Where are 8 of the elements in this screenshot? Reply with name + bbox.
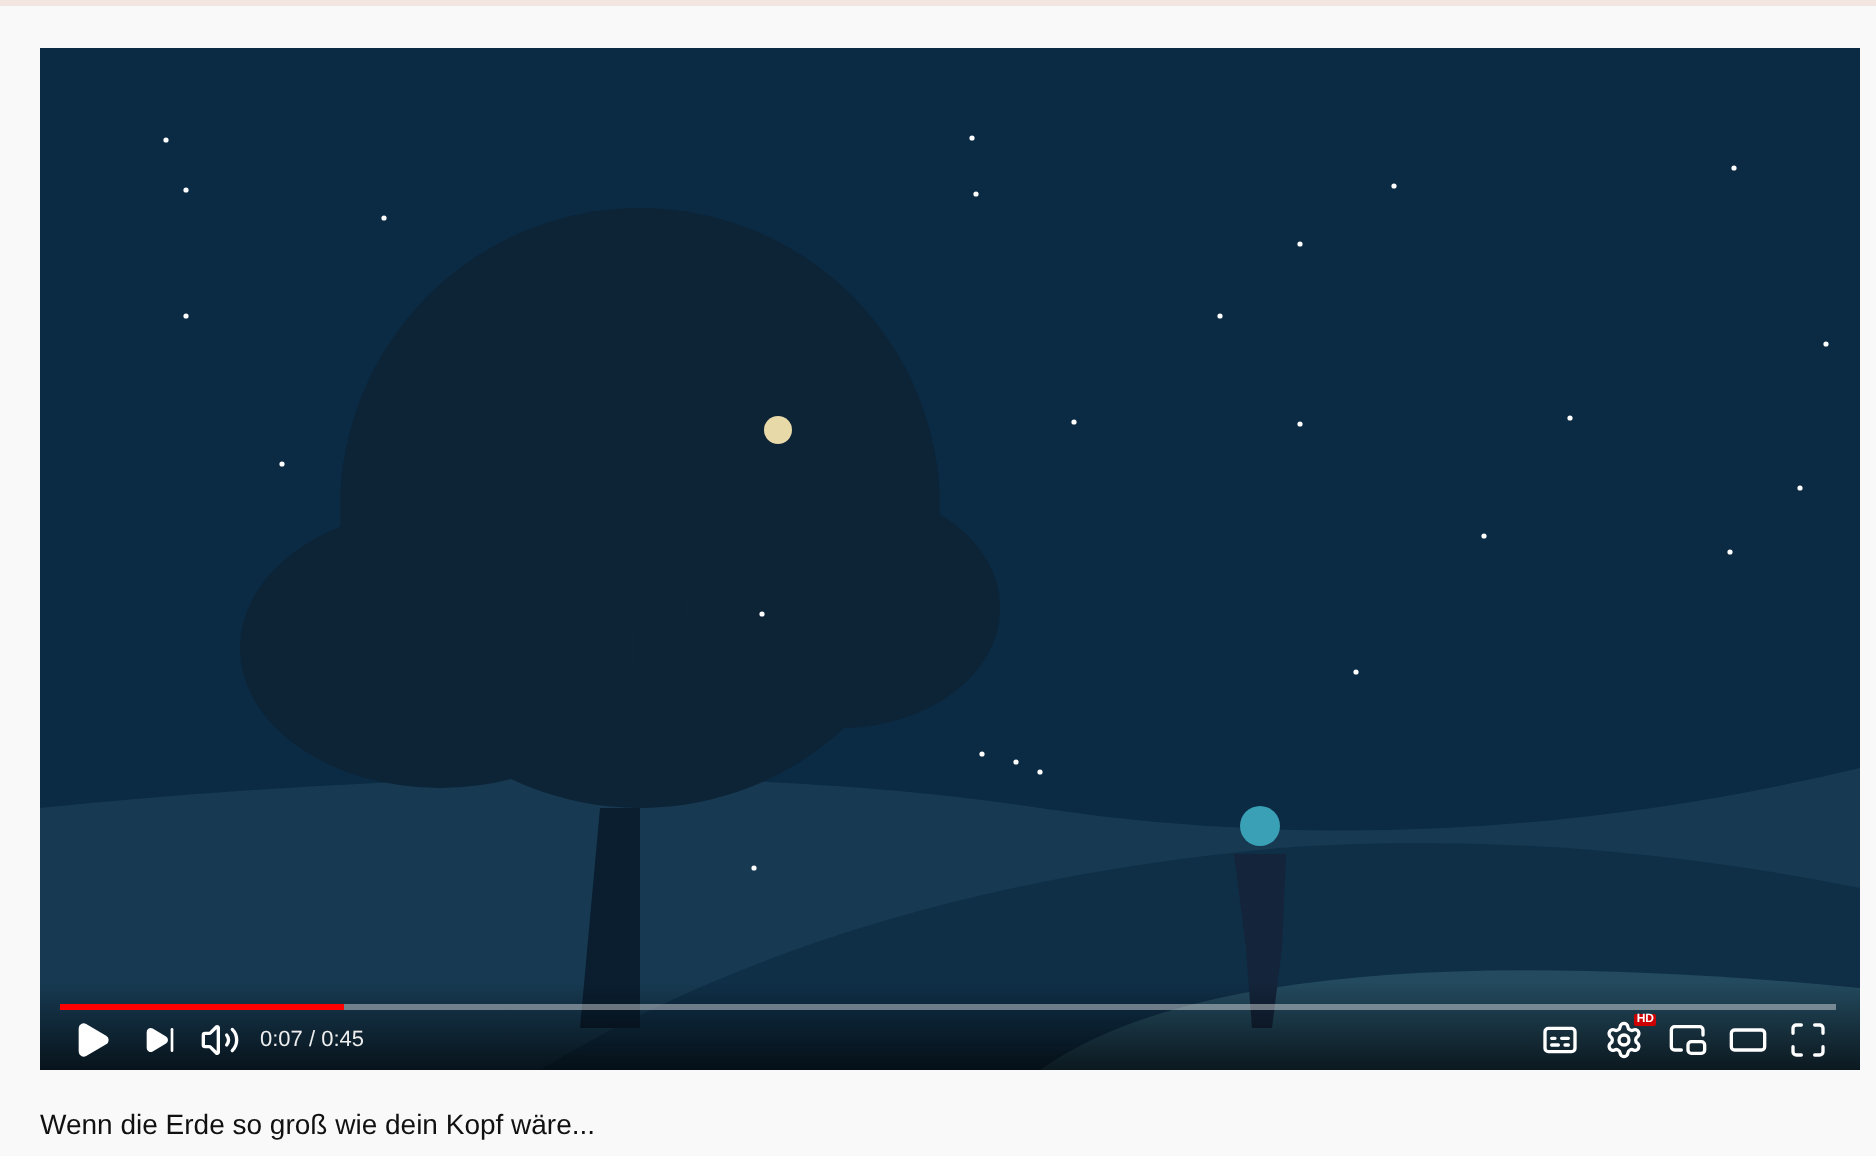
miniplayer-icon [1668,1020,1708,1060]
time-display: 0:07 / 0:45 [260,1025,364,1056]
skip-next-icon [144,1024,176,1056]
volume-icon [200,1020,240,1060]
settings-icon [1604,1020,1644,1060]
video-caption: Wenn die Erde so groß wie dein Kopf wäre... [40,1106,598,1144]
progress-track[interactable] [60,1004,1836,1010]
fullscreen-icon [1788,1020,1828,1060]
